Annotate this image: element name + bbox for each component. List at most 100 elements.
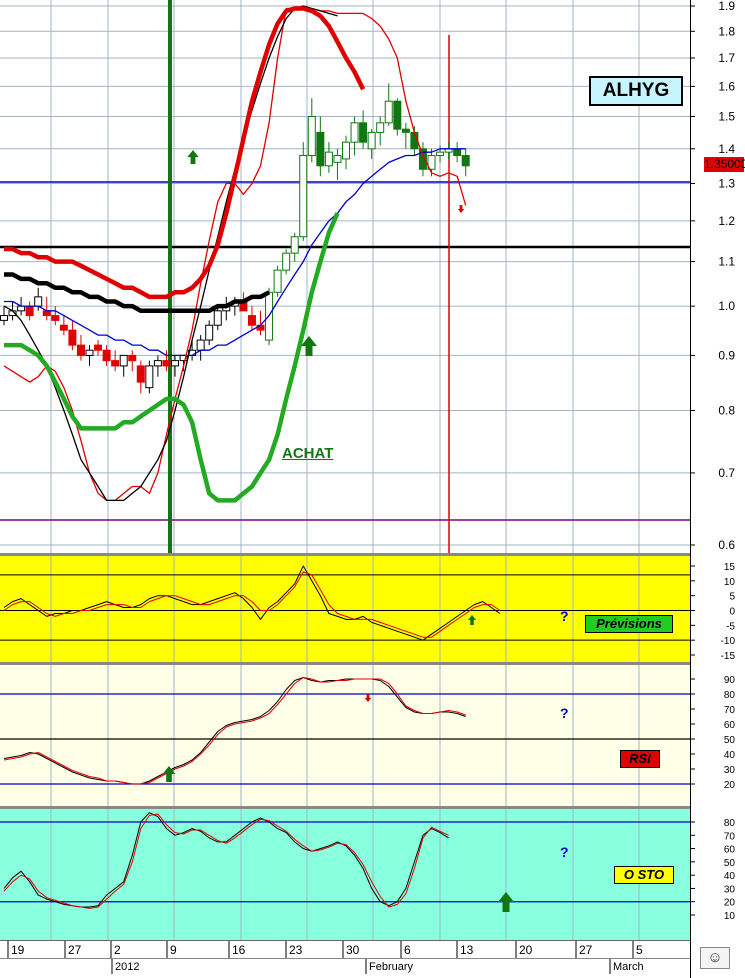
sto-tick-label: 50	[724, 858, 736, 869]
previsions-tick-label: 10	[724, 577, 736, 588]
candle-body	[384, 100, 393, 124]
sto-tick-label: 20	[724, 898, 736, 909]
candle-body	[171, 360, 179, 367]
date-tick-label: 30	[346, 943, 360, 957]
previsions-tick-label: 15	[724, 562, 736, 573]
candle-body	[205, 324, 214, 341]
candle-body	[145, 365, 154, 389]
sto-tick-label: 70	[724, 831, 736, 842]
candle-body	[453, 148, 462, 157]
rsi-tick-label: 60	[724, 720, 736, 731]
candle-body	[76, 344, 85, 356]
ticker-label: ALHYG	[589, 76, 683, 106]
sto-tick-label: 40	[724, 871, 736, 882]
previsions-panel-bg	[0, 556, 690, 662]
candle-body	[282, 252, 291, 271]
rsi-tick-label: 90	[724, 675, 736, 686]
candle-body	[316, 131, 325, 167]
candle-body	[102, 349, 111, 362]
candle-body	[25, 305, 34, 317]
price-tick-label: 1.4	[718, 142, 735, 156]
date-tick-label: 27	[68, 943, 82, 957]
date-tick-label: 6	[404, 943, 411, 957]
candle-body	[213, 310, 222, 326]
date-tick-label: 5	[636, 943, 643, 957]
month-label: March	[613, 961, 644, 973]
previsions-tick-label: -15	[721, 651, 736, 662]
candle-body	[350, 122, 359, 143]
sto-tick-label: 10	[724, 911, 736, 922]
candle-body	[111, 360, 120, 367]
candle-body	[401, 128, 410, 133]
rsi-question-mark: ?	[560, 705, 569, 721]
date-tick-label: 20	[519, 943, 533, 957]
price-tick-label: 1.3	[718, 176, 735, 190]
previsions-tick-label: 0	[729, 607, 735, 618]
candle-body	[94, 344, 103, 351]
candle-body	[307, 116, 316, 157]
date-tick-label: 2	[114, 943, 121, 957]
candle-body	[367, 131, 376, 150]
date-tick-label: 19	[11, 943, 25, 957]
price-tick-label: 0.9	[718, 348, 735, 362]
candle-body	[85, 349, 94, 356]
date-tick-label: 23	[289, 943, 303, 957]
candle-body	[376, 122, 385, 133]
candle-body	[393, 100, 402, 130]
price-tick-label: 1.9	[718, 0, 735, 13]
rsi-tick-label: 80	[724, 690, 736, 701]
candle-body	[119, 354, 128, 367]
price-tick-label: 1.7	[718, 51, 735, 65]
price-tick-label: 1.2	[718, 214, 735, 228]
sto-question-mark: ?	[560, 844, 569, 860]
sto-panel-label: O STO	[614, 866, 674, 884]
candle-body	[0, 315, 8, 321]
date-tick-label: 9	[170, 943, 177, 957]
price-tick-label: 1.6	[718, 79, 735, 93]
candle-body	[461, 155, 470, 167]
sto-tick-label: 30	[724, 884, 736, 895]
candle-body	[324, 151, 333, 167]
candle-body	[342, 141, 350, 160]
candle-body	[359, 122, 368, 143]
previsions-panel-label: Prévisions	[585, 615, 673, 633]
rsi-tick-label: 20	[724, 780, 736, 791]
candle-body	[162, 360, 171, 367]
previsions-tick-label: 5	[729, 592, 735, 603]
price-tick-label: 1.1	[718, 255, 735, 269]
smiley-icon[interactable]: ☺	[700, 947, 730, 969]
sto-tick-label: 80	[724, 818, 736, 829]
rsi-panel-label: RSI	[620, 750, 660, 768]
price-tick-label: 1.8	[718, 24, 735, 38]
candle-body	[299, 155, 308, 238]
candle-body	[17, 305, 26, 312]
price-tick-label: 1.5	[718, 110, 735, 124]
buy-signal-label: ACHAT	[282, 445, 334, 462]
candle-body	[128, 354, 137, 362]
rsi-tick-label: 70	[724, 705, 736, 716]
chart-canvas: 1.9 1.8 1.7 1.6 1.5 1.4 1.3 1.2 1.1 1.0 0.9 0.8 0.7 0…	[0, 0, 745, 978]
date-tick-label: 13	[460, 943, 474, 957]
price-tick-label: 0.6	[718, 538, 735, 552]
sto-panel-bg	[0, 809, 690, 940]
previsions-tick-label: -5	[726, 621, 735, 632]
candle-body	[196, 339, 205, 351]
price-tick-label: 1.0	[718, 299, 735, 313]
date-tick-label: 27	[579, 943, 593, 957]
date-tick-label: 16	[232, 943, 246, 957]
last-price-tag: 1.35000	[704, 157, 745, 172]
previsions-question-mark: ?	[560, 608, 569, 624]
rsi-tick-label: 50	[724, 735, 736, 746]
candle-body	[333, 155, 342, 163]
price-tick-label: 0.8	[718, 403, 735, 417]
rsi-tick-label: 30	[724, 765, 736, 776]
price-tick-label: 0.7	[718, 466, 735, 480]
candle-body	[290, 236, 299, 254]
candle-body	[51, 315, 60, 321]
month-label: 2012	[115, 961, 139, 973]
candle-body	[59, 324, 68, 331]
candle-body	[436, 151, 445, 157]
month-label: February	[369, 961, 414, 973]
candle-body	[136, 365, 145, 383]
rsi-tick-label: 40	[724, 750, 736, 761]
